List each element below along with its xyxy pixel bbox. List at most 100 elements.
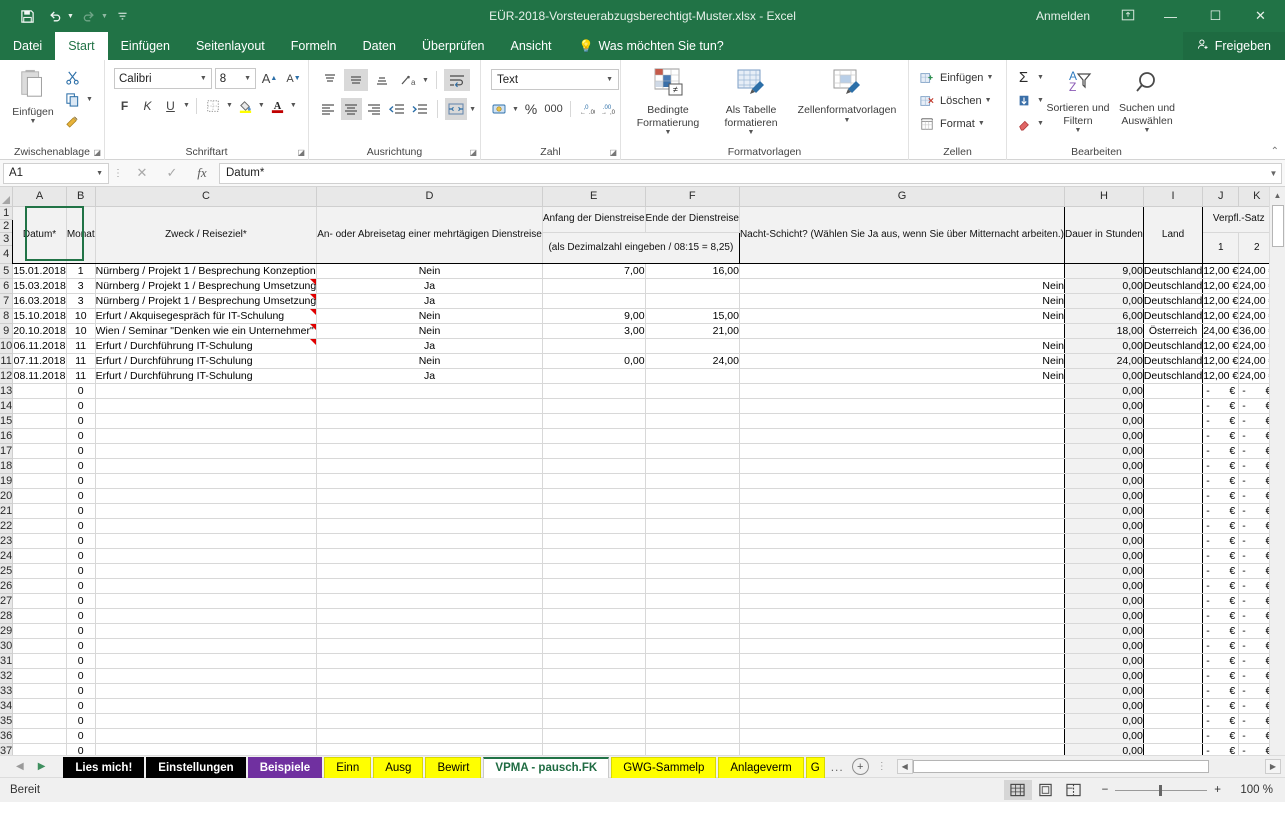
cell-I10[interactable]: Deutschland — [1143, 338, 1202, 353]
row-header-34[interactable]: 34 — [0, 698, 13, 713]
align-right-icon[interactable] — [364, 98, 385, 120]
cancel-icon[interactable]: ✕ — [127, 165, 157, 181]
column-header-F[interactable]: F — [645, 187, 739, 206]
cell-F24[interactable] — [645, 548, 739, 563]
cell-A7[interactable]: 16.03.2018 — [13, 293, 67, 308]
cell-J17[interactable]: -€ — [1203, 443, 1239, 458]
cell-E27[interactable] — [542, 593, 645, 608]
cell-F20[interactable] — [645, 488, 739, 503]
cell-D16[interactable] — [317, 428, 543, 443]
cell-C10[interactable]: Erfurt / Durchführung IT-Schulung — [95, 338, 317, 353]
row-header-36[interactable]: 36 — [0, 728, 13, 743]
cell-A5[interactable]: 15.01.2018 — [13, 263, 67, 278]
cell-C19[interactable] — [95, 473, 317, 488]
cell-I8[interactable]: Deutschland — [1143, 308, 1202, 323]
name-box-dropdown-icon[interactable]: ▼ — [96, 170, 103, 177]
cell-J14[interactable]: -€ — [1203, 398, 1239, 413]
cell-G33[interactable] — [739, 683, 1064, 698]
font-name-input[interactable]: Calibri ▼ — [114, 68, 212, 89]
cell-E24[interactable] — [542, 548, 645, 563]
row-header-26[interactable]: 26 — [0, 578, 13, 593]
cell-C18[interactable] — [95, 458, 317, 473]
cell-E18[interactable] — [542, 458, 645, 473]
cell-K18[interactable]: -€ — [1239, 458, 1269, 473]
tab-ueberpruefen[interactable]: Überprüfen — [409, 32, 498, 60]
cell-D25[interactable] — [317, 563, 543, 578]
column-header-B[interactable]: B — [66, 187, 95, 206]
sheet-tab-4[interactable]: Ausg — [373, 757, 423, 778]
sheet-tab-7[interactable]: GWG-Sammelp — [611, 757, 716, 778]
underline-button[interactable]: U — [160, 95, 181, 116]
cell-G28[interactable] — [739, 608, 1064, 623]
sheet-tab-8[interactable]: Anlageverm — [718, 757, 803, 778]
cell-F5[interactable]: 16,00 — [645, 263, 739, 278]
cell-D32[interactable] — [317, 668, 543, 683]
cell-E32[interactable] — [542, 668, 645, 683]
cell-C27[interactable] — [95, 593, 317, 608]
row-header-7[interactable]: 7 — [0, 293, 13, 308]
cell-F34[interactable] — [645, 698, 739, 713]
cell-H8[interactable]: 6,00 — [1065, 308, 1144, 323]
cell-A17[interactable] — [13, 443, 67, 458]
cell-C13[interactable] — [95, 383, 317, 398]
cell-G16[interactable] — [739, 428, 1064, 443]
cell-H33[interactable]: 0,00 — [1065, 683, 1144, 698]
sheet-tab-2[interactable]: Beispiele — [248, 757, 323, 778]
cell-E22[interactable] — [542, 518, 645, 533]
clear-dropdown-icon[interactable]: ▼ — [1037, 120, 1044, 127]
cell-G23[interactable] — [739, 533, 1064, 548]
cell-A24[interactable] — [13, 548, 67, 563]
cell-B23[interactable]: 0 — [66, 533, 95, 548]
cell-F37[interactable] — [645, 743, 739, 755]
cell-K6[interactable]: 24,00 € — [1239, 278, 1269, 293]
fill-down-icon[interactable] — [1013, 90, 1034, 111]
sort-filter-dropdown-icon[interactable]: ▼ — [1075, 127, 1082, 135]
grow-font-icon[interactable]: A▲ — [259, 68, 280, 89]
cell-E11[interactable]: 0,00 — [542, 353, 645, 368]
cell-F17[interactable] — [645, 443, 739, 458]
cell-I37[interactable] — [1143, 743, 1202, 755]
collapse-ribbon-icon[interactable]: ⌃ — [1271, 146, 1279, 157]
undo-icon[interactable] — [42, 4, 68, 28]
cell-J11[interactable]: 12,00 € — [1203, 353, 1239, 368]
header-datum[interactable]: Datum* — [13, 206, 67, 263]
cell-H5[interactable]: 9,00 — [1065, 263, 1144, 278]
cell-H32[interactable]: 0,00 — [1065, 668, 1144, 683]
cell-J16[interactable]: -€ — [1203, 428, 1239, 443]
cell-J13[interactable]: -€ — [1203, 383, 1239, 398]
cell-C20[interactable] — [95, 488, 317, 503]
autosum-dropdown-icon[interactable]: ▼ — [1037, 74, 1044, 81]
column-header-G[interactable]: G — [739, 187, 1064, 206]
fill-color-dropdown-icon[interactable]: ▼ — [258, 102, 265, 109]
tab-resize-handle[interactable]: ⋮ — [877, 761, 887, 772]
cell-H14[interactable]: 0,00 — [1065, 398, 1144, 413]
cell-H28[interactable]: 0,00 — [1065, 608, 1144, 623]
cell-B19[interactable]: 0 — [66, 473, 95, 488]
cell-A9[interactable]: 20.10.2018 — [13, 323, 67, 338]
sheet-area[interactable]: ABCDEFGHIJKLMNOP1Datum*MonatZweck / Reis… — [0, 187, 1269, 755]
expand-formula-bar-icon[interactable]: ▼ — [1266, 163, 1282, 184]
cell-A6[interactable]: 15.03.2018 — [13, 278, 67, 293]
cell-A11[interactable]: 07.11.2018 — [13, 353, 67, 368]
row-header-15[interactable]: 15 — [0, 413, 13, 428]
cell-F11[interactable]: 24,00 — [645, 353, 739, 368]
cell-K24[interactable]: -€ — [1239, 548, 1269, 563]
header-dauer-stunden[interactable]: Dauer in Stunden — [1065, 206, 1144, 263]
cell-D37[interactable] — [317, 743, 543, 755]
row-header-4[interactable]: 4 — [0, 245, 13, 263]
row-header-19[interactable]: 19 — [0, 473, 13, 488]
cell-B21[interactable]: 0 — [66, 503, 95, 518]
header-ende-dienstreise[interactable]: Ende der Dienstreise — [645, 206, 739, 232]
cell-D27[interactable] — [317, 593, 543, 608]
cell-D36[interactable] — [317, 728, 543, 743]
underline-dropdown-icon[interactable]: ▼ — [183, 102, 190, 109]
cell-A13[interactable] — [13, 383, 67, 398]
shrink-font-icon[interactable]: A▼ — [283, 68, 304, 89]
cell-F29[interactable] — [645, 623, 739, 638]
fill-dropdown-icon[interactable]: ▼ — [1037, 97, 1044, 104]
font-color-dropdown-icon[interactable]: ▼ — [290, 102, 297, 109]
cell-I21[interactable] — [1143, 503, 1202, 518]
merge-cells-icon[interactable] — [445, 98, 467, 120]
cell-G18[interactable] — [739, 458, 1064, 473]
vertical-scrollbar[interactable]: ▲ — [1269, 187, 1285, 755]
